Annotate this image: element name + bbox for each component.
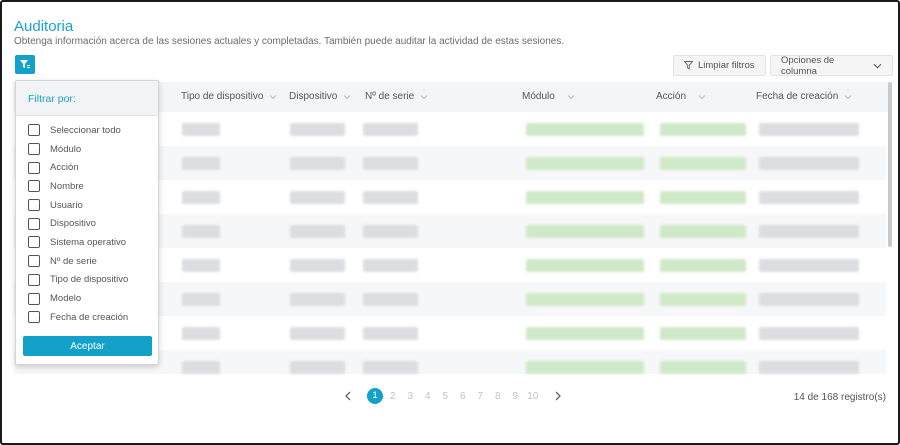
filter-option-device[interactable]: Dispositivo — [16, 214, 158, 233]
column-header-serial[interactable]: Nº de serie — [365, 91, 428, 102]
funnel-icon — [684, 61, 693, 70]
chevron-down-icon — [420, 94, 428, 99]
page-button[interactable]: 9 — [507, 391, 525, 402]
checkbox[interactable] — [28, 124, 40, 137]
page-title: Auditoria — [14, 18, 74, 35]
page-button[interactable]: 7 — [472, 391, 490, 402]
next-page-button[interactable] — [552, 389, 564, 403]
filter-panel: Filtrar por: Seleccionar todo Módulo Acc… — [15, 80, 159, 365]
column-header-device-type[interactable]: Tipo de dispositivo — [181, 91, 277, 102]
filter-option-action[interactable]: Acción — [16, 158, 158, 177]
filter-option-select-all[interactable]: Seleccionar todo — [16, 121, 158, 140]
clear-filters-button[interactable]: Limpiar filtros — [673, 55, 766, 76]
app-window: Auditoria Obtenga información acerca de … — [0, 0, 900, 445]
checkbox[interactable] — [28, 161, 40, 174]
page-button[interactable]: 6 — [454, 391, 472, 402]
chevron-left-icon — [345, 391, 351, 401]
pagination: 1 2 3 4 5 6 7 8 9 10 — [342, 387, 564, 405]
page-button[interactable]: 10 — [524, 391, 542, 402]
page-button[interactable]: 8 — [489, 391, 507, 402]
filter-option-serial[interactable]: Nº de serie — [16, 252, 158, 271]
chevron-right-icon — [555, 391, 561, 401]
checkbox[interactable] — [28, 180, 40, 193]
column-header-action[interactable]: Acción — [656, 91, 706, 102]
chevron-down-icon — [270, 94, 277, 99]
chevron-down-icon — [567, 94, 575, 99]
filter-option-device-type[interactable]: Tipo de dispositivo — [16, 271, 158, 290]
filter-options-list: Seleccionar todo Módulo Acción Nombre Us… — [16, 116, 158, 327]
prev-page-button[interactable] — [342, 389, 354, 403]
column-options-button[interactable]: Opciones de columna — [770, 54, 893, 77]
checkbox[interactable] — [28, 143, 40, 156]
filter-icon — [20, 60, 30, 68]
filter-panel-title: Filtrar por: — [16, 81, 158, 116]
filter-option-created-date[interactable]: Fecha de creación — [16, 308, 158, 327]
page-button-current[interactable]: 1 — [367, 388, 383, 404]
checkbox[interactable] — [28, 311, 40, 324]
filter-option-name[interactable]: Nombre — [16, 177, 158, 196]
checkbox[interactable] — [28, 255, 40, 268]
column-header-module[interactable]: Módulo — [522, 91, 575, 102]
chevron-down-icon — [344, 94, 351, 99]
page-button[interactable]: 3 — [402, 391, 420, 402]
page-subtitle: Obtenga información acerca de las sesion… — [14, 36, 565, 47]
checkbox[interactable] — [28, 292, 40, 305]
filter-option-os[interactable]: Sistema operativo — [16, 233, 158, 252]
filter-option-model[interactable]: Modelo — [16, 289, 158, 308]
checkbox[interactable] — [28, 217, 40, 230]
column-header-created-date[interactable]: Fecha de creación — [756, 91, 852, 102]
checkbox[interactable] — [28, 273, 40, 286]
filter-option-module[interactable]: Módulo — [16, 140, 158, 159]
chevron-down-icon — [698, 94, 706, 99]
column-header-device[interactable]: Dispositivo — [289, 91, 351, 102]
accept-button[interactable]: Aceptar — [23, 336, 152, 356]
clear-filters-label: Limpiar filtros — [698, 60, 755, 71]
page-button[interactable]: 5 — [437, 391, 455, 402]
filter-toggle-button[interactable] — [15, 55, 35, 74]
table-scrollbar[interactable] — [888, 82, 892, 247]
chevron-down-icon — [844, 94, 852, 99]
page-button[interactable]: 2 — [384, 391, 402, 402]
checkbox[interactable] — [28, 236, 40, 249]
page-button[interactable]: 4 — [419, 391, 437, 402]
checkbox[interactable] — [28, 199, 40, 212]
records-count: 14 de 168 registro(s) — [793, 392, 886, 403]
column-options-label: Opciones de columna — [781, 54, 835, 77]
filter-option-user[interactable]: Usuario — [16, 196, 158, 215]
chevron-down-icon — [873, 63, 882, 69]
